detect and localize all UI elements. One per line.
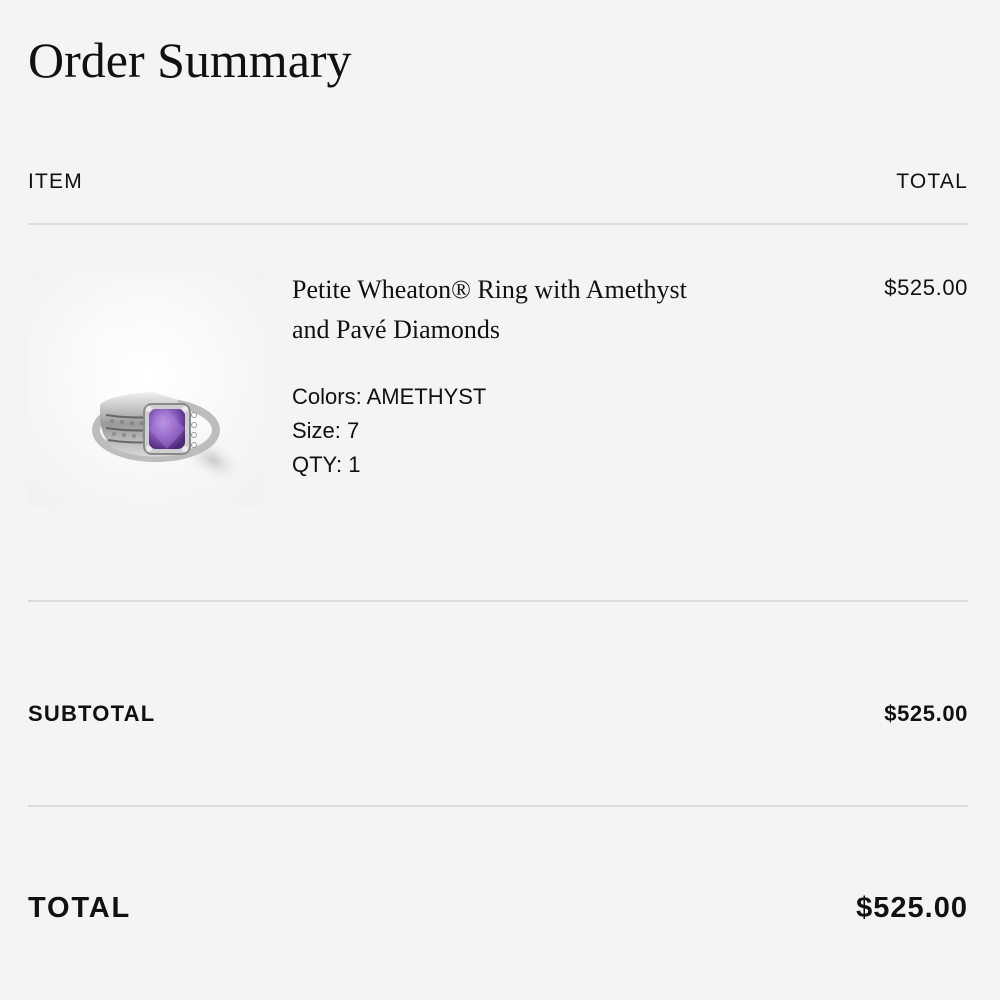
item-attributes: Colors: AMETHYST Size: 7 QTY: 1 (292, 380, 486, 482)
total-column-header: TOTAL (896, 170, 968, 193)
product-image[interactable] (28, 270, 263, 507)
item-price: $525.00 (884, 275, 968, 300)
subtotal-label: SUBTOTAL (28, 701, 156, 726)
item-column-header: ITEM (28, 170, 83, 193)
total-value: $525.00 (856, 892, 968, 924)
header-divider (28, 223, 968, 225)
item-quantity: QTY: 1 (292, 452, 361, 477)
item-color: Colors: AMETHYST (292, 384, 487, 409)
total-label: TOTAL (28, 892, 131, 924)
subtotal-divider (28, 805, 968, 807)
item-name[interactable]: Petite Wheaton® Ring with Amethyst and P… (292, 270, 722, 350)
subtotal-value: $525.00 (884, 701, 968, 726)
page-title: Order Summary (28, 32, 352, 88)
item-divider (28, 600, 968, 602)
item-size: Size: 7 (292, 418, 360, 443)
ring-icon (28, 270, 263, 507)
